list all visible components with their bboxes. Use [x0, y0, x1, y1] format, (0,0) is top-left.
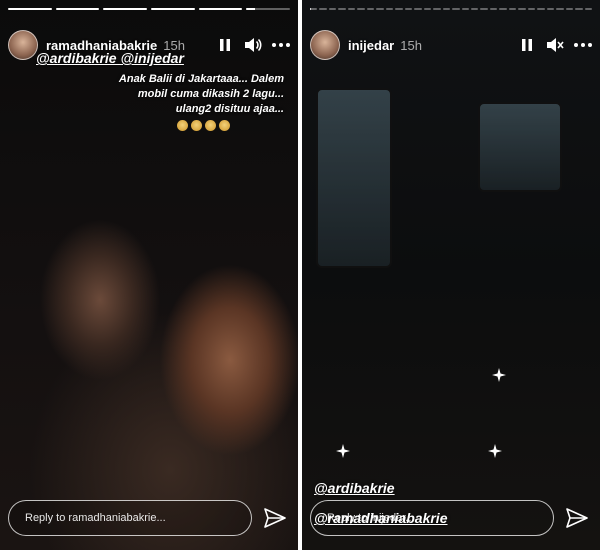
progress-segment	[470, 8, 479, 10]
progress-segment	[461, 8, 469, 10]
progress-segment	[385, 8, 394, 10]
username[interactable]: inijedar	[348, 38, 394, 53]
progress-segment	[565, 8, 574, 10]
see-no-evil-monkey-icon	[219, 120, 230, 131]
progress-segment	[103, 8, 148, 10]
progress-segment	[328, 8, 337, 10]
progress-segment	[537, 8, 545, 10]
pause-icon[interactable]	[216, 36, 234, 54]
reply-input[interactable]	[310, 500, 554, 536]
progress-segment	[246, 8, 291, 10]
progress-segment	[556, 8, 564, 10]
progress-segment	[584, 8, 593, 10]
car-window	[478, 102, 562, 192]
volume-icon[interactable]	[244, 36, 262, 54]
timestamp: 15h	[400, 37, 422, 53]
progress-segment	[414, 8, 422, 10]
story-progress-bar	[8, 8, 291, 10]
progress-segment	[423, 8, 432, 10]
story-caption: Anak Balii di Jakartaaa... Dalem mobil c…	[118, 73, 284, 115]
story-inijedar[interactable]: inijedar 15h @ardibakrie @ramadhaniabakr…	[302, 0, 600, 550]
progress-segment	[8, 8, 52, 10]
progress-segment	[508, 8, 517, 10]
mention-tag[interactable]: @ardibakrie	[314, 480, 395, 496]
story-photo	[302, 0, 600, 550]
reply-bar	[310, 500, 592, 536]
car-window	[316, 88, 392, 268]
story-ramadhaniabakrie[interactable]: ramadhaniabakrie 15h @ardibakrie @inijed…	[0, 0, 298, 550]
more-icon[interactable]	[272, 36, 290, 54]
progress-segment	[546, 8, 555, 10]
send-icon[interactable]	[260, 503, 290, 533]
progress-segment	[310, 8, 318, 10]
progress-segment	[480, 8, 488, 10]
progress-segment	[527, 8, 536, 10]
progress-segment	[357, 8, 365, 10]
sparkle-icon	[336, 444, 350, 458]
avatar[interactable]	[310, 30, 340, 60]
progress-segment	[347, 8, 356, 10]
see-no-evil-monkey-icon	[191, 120, 202, 131]
mention-tag[interactable]: @ardibakrie @inijedar	[36, 50, 184, 66]
progress-segment	[489, 8, 498, 10]
avatar[interactable]	[8, 30, 38, 60]
progress-segment	[575, 8, 583, 10]
sparkle-icon	[488, 444, 502, 458]
progress-segment	[151, 8, 195, 10]
volume-muted-icon[interactable]	[546, 36, 564, 54]
progress-segment	[55, 8, 100, 10]
progress-segment	[366, 8, 375, 10]
see-no-evil-monkey-icon	[177, 120, 188, 131]
see-no-evil-monkey-icon	[205, 120, 216, 131]
reply-bar	[8, 500, 290, 536]
story-progress-bar	[310, 8, 593, 10]
progress-segment	[518, 8, 526, 10]
progress-segment	[404, 8, 413, 10]
progress-segment	[338, 8, 346, 10]
sparkle-icon	[492, 368, 506, 382]
pause-icon[interactable]	[518, 36, 536, 54]
reply-input[interactable]	[8, 500, 252, 536]
story-header: inijedar 15h	[310, 28, 592, 62]
progress-segment	[376, 8, 384, 10]
progress-segment	[198, 8, 243, 10]
send-icon[interactable]	[562, 503, 592, 533]
progress-segment	[395, 8, 403, 10]
progress-segment	[452, 8, 460, 10]
more-icon[interactable]	[574, 36, 592, 54]
progress-segment	[433, 8, 441, 10]
progress-segment	[442, 8, 451, 10]
progress-segment	[319, 8, 327, 10]
progress-segment	[499, 8, 507, 10]
emoji-row	[177, 120, 230, 131]
